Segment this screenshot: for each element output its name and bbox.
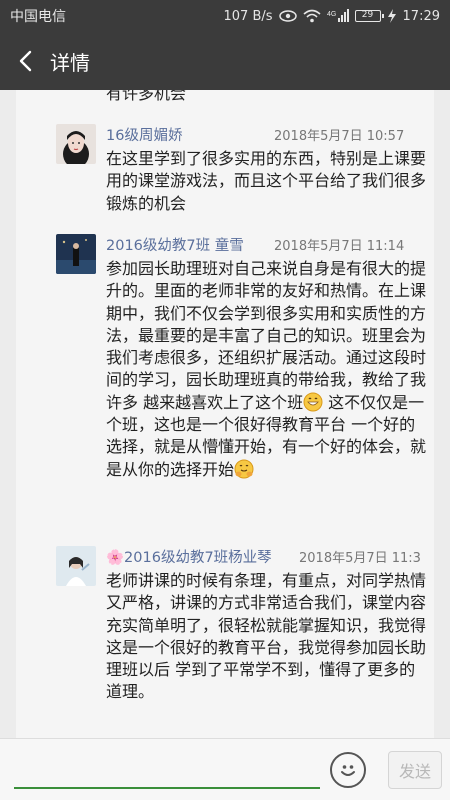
battery-icon: 29: [354, 10, 384, 22]
grinning-emoji-icon: [303, 392, 323, 412]
charging-icon: [387, 9, 397, 23]
signal-icon: 4G: [327, 9, 349, 23]
eye-icon: [278, 10, 297, 22]
smiley-icon: [341, 765, 355, 776]
compose-bar: 发送: [0, 738, 450, 800]
comment-list[interactable]: 有许多机会 16级周媚娇 2018年5月7日 10:57 在这里学到了很多实用的…: [16, 90, 434, 738]
title-bar: 详情: [0, 32, 450, 90]
network-speed: 107 B/s: [223, 8, 273, 24]
comment-author[interactable]: 16级周媚娇: [106, 124, 182, 145]
back-button[interactable]: [0, 32, 50, 90]
clock: 17:29: [402, 8, 440, 24]
chevron-left-icon: [19, 50, 32, 72]
carrier-label: 中国电信: [10, 9, 66, 25]
avatar[interactable]: [56, 546, 96, 586]
status-bar: 中国电信 107 B/s 4G 29 17:29: [0, 0, 450, 32]
avatar[interactable]: [56, 234, 96, 274]
status-icons: 107 B/s 4G 29 17:29: [224, 9, 441, 24]
comment-body-partial: 有许多机会: [106, 90, 187, 103]
comment-input[interactable]: [14, 755, 320, 785]
wifi-icon: [303, 9, 321, 23]
hugging-emoji-icon: [234, 459, 254, 479]
comment-author[interactable]: 2016级幼教7班 童雪: [106, 234, 244, 255]
comment-time: 2018年5月7日 11:3: [299, 551, 421, 566]
input-underline: [14, 787, 320, 789]
page-title: 详情: [50, 50, 90, 75]
comment-body: 在这里学到了很多实用的东西，特别是上课要用的课堂游戏法，而且这个平台给了我们很多…: [106, 149, 427, 213]
comment-author[interactable]: 🌸2016级幼教7班杨业琴: [106, 546, 272, 567]
comment-time: 2018年5月7日 10:57: [274, 129, 405, 144]
comment-time: 2018年5月7日 11:14: [274, 239, 405, 254]
emoji-button[interactable]: [330, 752, 366, 788]
comment-body: 参加园长助理班对自己来说自身是有很大的提升的。里面的老师非常的友好和热情。在上课…: [106, 258, 426, 481]
comment-text: 参加园长助理班对自己来说自身是有很大的提升的。里面的老师非常的友好和热情。在上课…: [106, 259, 427, 412]
comment-body: 老师讲课的时候有条理，有重点，对同学热情又严格，讲课的方式非常适合我们，课堂内容…: [106, 571, 427, 702]
send-button[interactable]: 发送: [388, 751, 442, 789]
svg-text:4G: 4G: [327, 11, 336, 18]
avatar[interactable]: [56, 124, 96, 164]
